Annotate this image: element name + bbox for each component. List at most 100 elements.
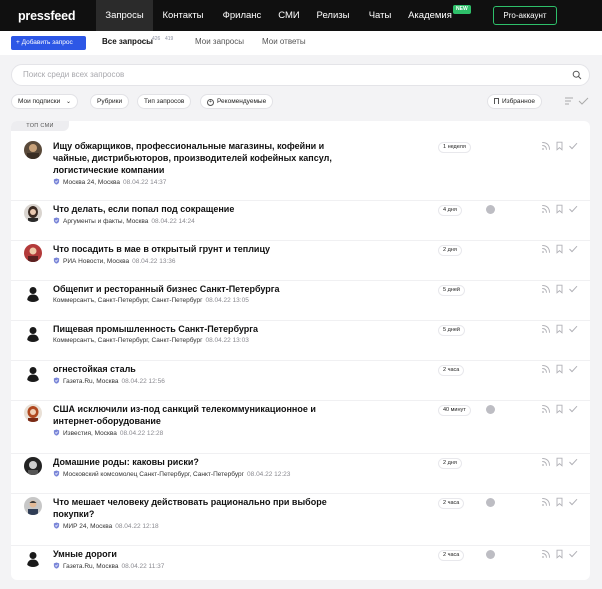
row-actions[interactable]: [541, 141, 579, 151]
rss-icon: [542, 550, 550, 558]
check-icon: [569, 550, 578, 558]
rss-icon: [542, 458, 550, 466]
check-icon: [569, 245, 578, 253]
recommended-filter[interactable]: + Рекомендуемые: [200, 94, 274, 109]
deadline-badge: 2 часа: [438, 498, 465, 509]
request-title[interactable]: Пищевая промышленность Санкт-Петербурга: [53, 323, 333, 335]
bookmark-icon: [556, 141, 563, 151]
request-date: 08.04.22 13:03: [205, 337, 249, 344]
avatar: [24, 404, 42, 422]
request-title[interactable]: Ищу обжарщиков, профессиональные магазин…: [53, 140, 333, 176]
request-title[interactable]: Что посадить в мае в открытый грунт и те…: [53, 243, 333, 255]
outlet-name[interactable]: МИР 24, Москва: [63, 523, 112, 530]
request-date: 08.04.22 13:36: [132, 258, 176, 265]
nav-item-freelance[interactable]: Фриланс: [213, 0, 271, 31]
request-date: 08.04.22 11:37: [121, 563, 165, 570]
rubrics-filter[interactable]: Рубрики: [90, 94, 130, 109]
request-title[interactable]: огнестойкая сталь: [53, 363, 333, 375]
outlet-name[interactable]: Газета.Ru, Москва: [63, 563, 118, 570]
deadline-badge: 5 дней: [438, 285, 465, 296]
status-dot: [486, 205, 495, 214]
outlet-name[interactable]: Известия, Москва: [63, 430, 117, 437]
outlet-name[interactable]: Газета.Ru, Москва: [63, 378, 118, 385]
my-subscriptions-dropdown[interactable]: Мои подписки ⌄: [11, 94, 79, 109]
request-date: 08.04.22 12:18: [115, 523, 159, 530]
request-title[interactable]: Что делать, если попал под сокращение: [53, 203, 333, 215]
search-input[interactable]: [23, 70, 523, 79]
bookmark-icon: [556, 549, 563, 559]
request-date: 08.04.22 12:28: [119, 430, 164, 437]
nav-item-chats[interactable]: Чаты: [359, 0, 401, 31]
row-actions[interactable]: [541, 324, 579, 334]
outlet-name[interactable]: РИА Новости, Москва: [63, 258, 129, 265]
outlet-name[interactable]: Коммерсантъ, Санкт-Петербург, Санкт-Пете…: [53, 337, 202, 344]
tab-all-requests[interactable]: Все запросы: [102, 37, 153, 46]
subheader: + Добавить запрос Все запросы 426 419 Мо…: [0, 31, 602, 55]
deadline-badge: 4 дня: [438, 205, 462, 216]
row-actions[interactable]: [541, 284, 579, 294]
row-actions[interactable]: [541, 457, 579, 467]
request-types-filter[interactable]: Тип запросов: [137, 94, 192, 109]
row-actions[interactable]: [541, 204, 579, 214]
nav-item-contacts[interactable]: Контакты: [153, 0, 213, 31]
request-title[interactable]: США исключили из-под санкций телекоммуни…: [53, 403, 333, 427]
nav-item-media[interactable]: СМИ: [271, 0, 307, 31]
outlet-name[interactable]: Москва 24, Москва: [63, 179, 120, 186]
plus-circle-icon: +: [207, 99, 214, 106]
avatar: [24, 244, 42, 262]
rss-icon: [542, 498, 550, 506]
outlet-name[interactable]: Коммерсантъ, Санкт-Петербург, Санкт-Пете…: [53, 297, 202, 304]
status-dot: [486, 550, 495, 559]
verified-shield-icon: [53, 562, 60, 569]
request-meta: Московский комсомолец Санкт-Петербург, С…: [53, 470, 290, 478]
rss-icon: [542, 325, 550, 333]
tab-count-new: 419: [165, 36, 174, 42]
tab-my-answers[interactable]: Мои ответы: [262, 37, 306, 46]
request-title[interactable]: Домашние роды: каковы риски?: [53, 456, 333, 468]
request-meta: Газета.Ru, Москва 08.04.22 11:37: [53, 562, 164, 570]
sort-icon: [565, 97, 573, 105]
deadline-badge: 2 дня: [438, 245, 462, 256]
request-date: 08.04.22 13:05: [205, 297, 249, 304]
request-title[interactable]: Умные дороги: [53, 548, 333, 560]
rss-icon: [542, 405, 550, 413]
new-badge: NEW: [453, 5, 471, 14]
view-options-icons[interactable]: [564, 96, 590, 106]
row-actions[interactable]: [541, 497, 579, 507]
top-nav: pressfeed Запросы Контакты Фриланс СМИ Р…: [0, 0, 602, 31]
bookmark-icon: [556, 404, 563, 414]
logo[interactable]: pressfeed: [18, 9, 75, 23]
chevron-down-icon: ⌄: [66, 99, 72, 105]
row-actions[interactable]: [541, 549, 579, 559]
row-actions[interactable]: [541, 244, 579, 254]
rss-icon: [542, 142, 550, 150]
add-request-button[interactable]: + Добавить запрос: [11, 36, 86, 50]
check-all-icon: [578, 97, 589, 105]
nav-item-academy[interactable]: Академия: [401, 0, 459, 31]
request-title[interactable]: Общепит и ресторанный бизнес Санкт-Петер…: [53, 283, 333, 295]
outlet-name[interactable]: Московский комсомолец Санкт-Петербург, С…: [63, 471, 244, 478]
check-icon: [569, 325, 578, 333]
tab-count-all: 426: [152, 36, 161, 42]
verified-shield-icon: [53, 522, 60, 529]
tab-my-requests[interactable]: Мои запросы: [195, 37, 244, 46]
search-icon[interactable]: [572, 70, 582, 80]
row-actions[interactable]: [541, 364, 579, 374]
row-actions[interactable]: [541, 404, 579, 414]
bookmark-icon: [556, 284, 563, 294]
outlet-name[interactable]: Аргументы и факты, Москва: [63, 218, 148, 225]
avatar: [24, 457, 42, 475]
request-date: 08.04.22 12:56: [121, 378, 165, 385]
request-title[interactable]: Что мешает человеку действовать рационал…: [53, 496, 333, 520]
rss-icon: [542, 205, 550, 213]
favorites-label: Избранное: [502, 98, 535, 105]
verified-shield-icon: [53, 257, 60, 264]
favorites-filter[interactable]: Избранное: [487, 94, 542, 109]
nav-item-requests[interactable]: Запросы: [96, 0, 153, 31]
nav-item-releases[interactable]: Релизы: [307, 0, 359, 31]
avatar: [24, 549, 42, 567]
verified-shield-icon: [53, 377, 60, 384]
request-meta: Коммерсантъ, Санкт-Петербург, Санкт-Пете…: [53, 337, 249, 344]
request-meta: МИР 24, Москва 08.04.22 12:18: [53, 522, 159, 530]
pro-account-button[interactable]: Pro-аккаунт: [493, 6, 557, 25]
